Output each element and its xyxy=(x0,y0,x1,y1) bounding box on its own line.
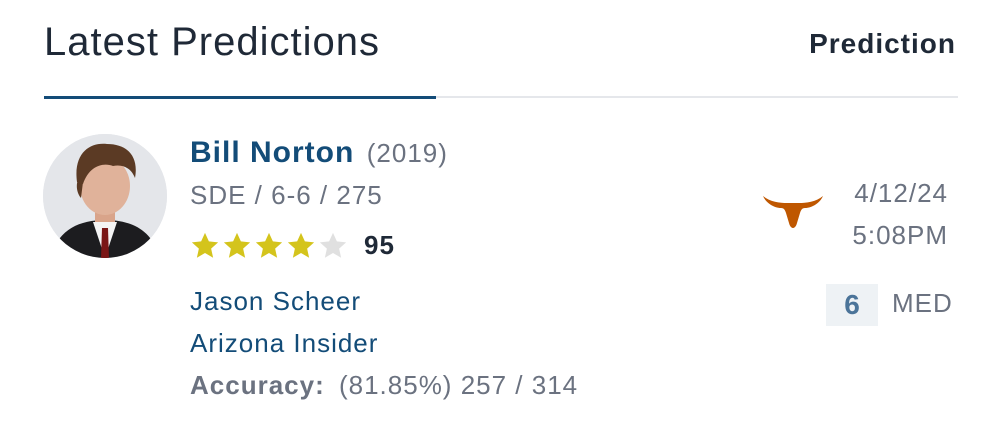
analyst-name-link[interactable]: Jason Scheer xyxy=(190,286,361,317)
star-filled-icon xyxy=(255,232,283,258)
star-filled-icon xyxy=(223,232,251,258)
accuracy-value: (81.85%) 257 / 314 xyxy=(338,370,579,400)
confidence-label: MED xyxy=(892,288,953,318)
analyst-role-link[interactable]: Arizona Insider xyxy=(190,328,378,359)
prediction-column-header: Prediction xyxy=(809,28,956,59)
star-empty-icon xyxy=(319,232,347,258)
rating-score: 95 xyxy=(364,230,395,260)
player-class-year: (2019) xyxy=(366,138,448,168)
prediction-timestamp: 4/12/24 5:08PM xyxy=(852,172,948,256)
player-rating: 95 xyxy=(190,230,395,261)
longhorn-logo-icon[interactable] xyxy=(762,190,824,230)
star-rating xyxy=(190,231,350,261)
active-tab-indicator xyxy=(44,96,436,99)
accuracy-label: Accuracy: xyxy=(190,370,325,400)
player-avatar[interactable] xyxy=(43,134,167,258)
player-name-link[interactable]: Bill Norton xyxy=(190,136,354,169)
star-filled-icon xyxy=(287,232,315,258)
confidence-score: 6 xyxy=(826,284,878,326)
page-title: Latest Predictions xyxy=(44,20,380,64)
player-photo-icon xyxy=(43,134,167,258)
player-name-line: Bill Norton (2019) xyxy=(190,136,448,170)
prediction-date: 4/12/24 xyxy=(854,178,948,208)
analyst-accuracy: Accuracy: (81.85%) 257 / 314 xyxy=(190,370,578,401)
prediction-time: 5:08PM xyxy=(852,220,948,250)
player-position-size: SDE / 6-6 / 275 xyxy=(190,180,383,210)
star-filled-icon xyxy=(191,232,219,258)
